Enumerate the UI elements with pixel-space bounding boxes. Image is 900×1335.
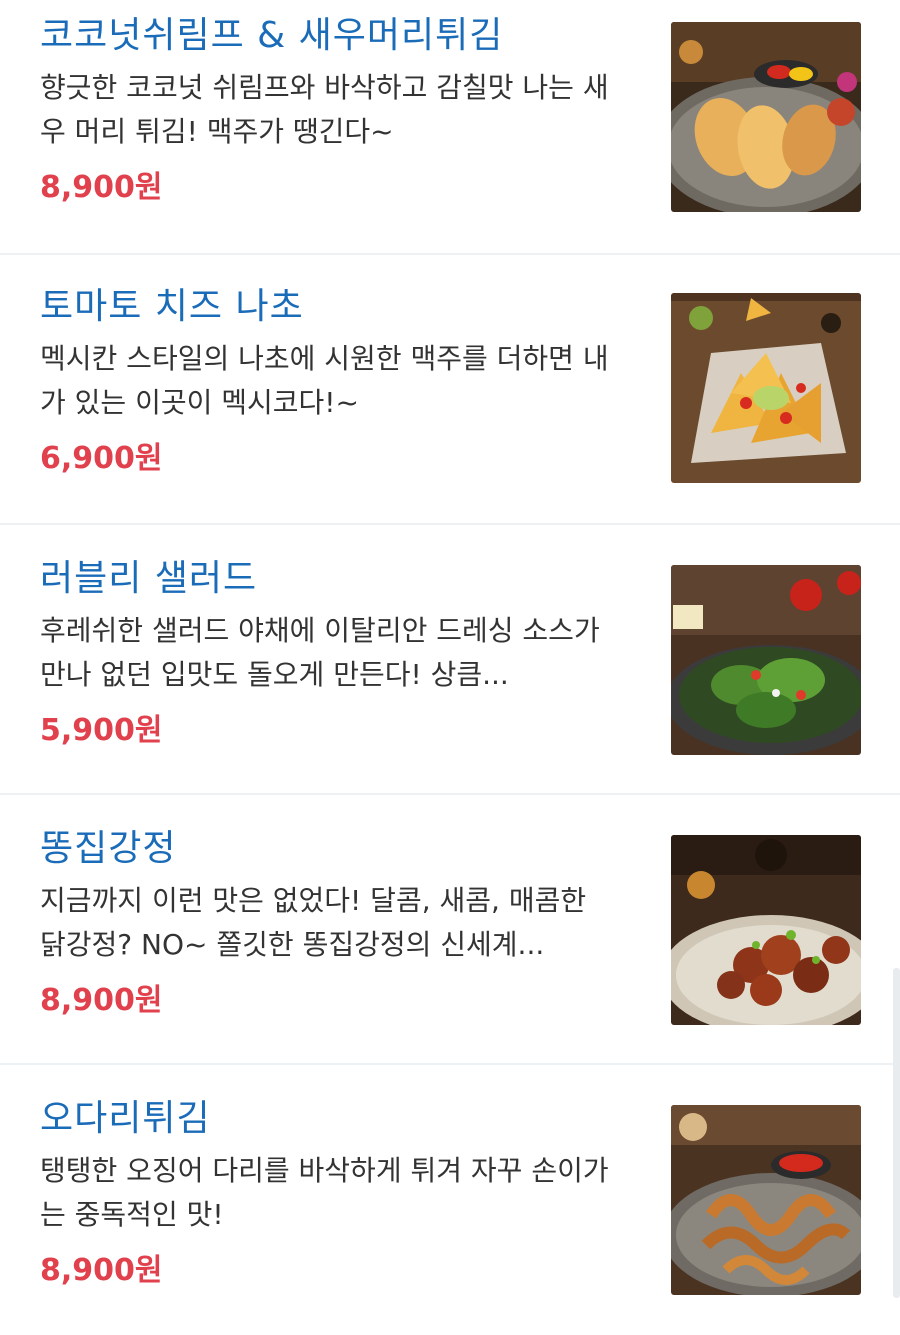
menu-item-price: 8,900원 bbox=[40, 983, 163, 1018]
scrollbar[interactable] bbox=[893, 968, 900, 1298]
menu-item-title: 오다리튀김 bbox=[40, 1098, 211, 1139]
menu-item-title: 토마토 치즈 나초 bbox=[40, 286, 304, 327]
menu-item-description: 지금까지 이런 맛은 없었다! 달콤, 새콤, 매콤한 닭강정? NO~ 쫄깃한… bbox=[40, 884, 587, 961]
fried-squid-legs-photo[interactable] bbox=[671, 1105, 861, 1295]
menu-item-description: 멕시칸 스타일의 나초에 시원한 맥주를 더하면 내가 있는 이곳이 멕시코다!… bbox=[40, 342, 609, 419]
salad-photo[interactable] bbox=[671, 565, 861, 755]
gizzard-gangjeong-photo[interactable] bbox=[671, 835, 861, 1025]
menu-item-texts: 러블리 샐러드 후레쉬한 샐러드 야채에 이탈리안 드레싱 소스가 만나 없던 … bbox=[40, 557, 620, 751]
menu-item-title: 똥집강정 bbox=[40, 828, 177, 869]
nachos-photo[interactable] bbox=[671, 293, 861, 483]
menu-item-description: 향긋한 코코넛 쉬림프와 바삭하고 감칠맛 나는 새우 머리 튀김! 맥주가 땡… bbox=[40, 71, 609, 148]
menu-item-price: 5,900원 bbox=[40, 713, 163, 748]
menu-item-lovely-salad[interactable]: 러블리 샐러드 후레쉬한 샐러드 야채에 이탈리안 드레싱 소스가 만나 없던 … bbox=[0, 525, 900, 795]
menu-item-description: 탱탱한 오징어 다리를 바삭하게 튀겨 자꾸 손이가는 중독적인 맛! bbox=[40, 1154, 609, 1231]
fried-shrimp-photo[interactable] bbox=[671, 22, 861, 212]
menu-item-fried-squid-legs[interactable]: 오다리튀김 탱탱한 오징어 다리를 바삭하게 튀겨 자꾸 손이가는 중독적인 맛… bbox=[0, 1065, 900, 1335]
menu-list: 코코넛쉬림프 & 새우머리튀김 향긋한 코코넛 쉬림프와 바삭하고 감칠맛 나는… bbox=[0, 0, 900, 1335]
menu-item-price: 8,900원 bbox=[40, 1253, 163, 1288]
menu-item-texts: 똥집강정 지금까지 이런 맛은 없었다! 달콤, 새콤, 매콤한 닭강정? NO… bbox=[40, 827, 620, 1021]
menu-item-description: 후레쉬한 샐러드 야채에 이탈리안 드레싱 소스가 만나 없던 입맛도 돌오게 … bbox=[40, 614, 600, 691]
menu-item-tomato-nachos[interactable]: 토마토 치즈 나초 멕시칸 스타일의 나초에 시원한 맥주를 더하면 내가 있는… bbox=[0, 255, 900, 525]
menu-item-price: 8,900원 bbox=[40, 170, 163, 205]
menu-item-gizzard-gangjeong[interactable]: 똥집강정 지금까지 이런 맛은 없었다! 달콤, 새콤, 매콤한 닭강정? NO… bbox=[0, 795, 900, 1065]
menu-item-title: 코코넛쉬림프 & 새우머리튀김 bbox=[40, 15, 504, 56]
menu-item-texts: 코코넛쉬림프 & 새우머리튀김 향긋한 코코넛 쉬림프와 바삭하고 감칠맛 나는… bbox=[40, 14, 620, 208]
menu-item-texts: 오다리튀김 탱탱한 오징어 다리를 바삭하게 튀겨 자꾸 손이가는 중독적인 맛… bbox=[40, 1097, 620, 1291]
menu-item-title: 러블리 샐러드 bbox=[40, 558, 258, 599]
menu-item-texts: 토마토 치즈 나초 멕시칸 스타일의 나초에 시원한 맥주를 더하면 내가 있는… bbox=[40, 285, 620, 479]
menu-item-price: 6,900원 bbox=[40, 441, 163, 476]
menu-item-coconut-shrimp[interactable]: 코코넛쉬림프 & 새우머리튀김 향긋한 코코넛 쉬림프와 바삭하고 감칠맛 나는… bbox=[0, 0, 900, 255]
